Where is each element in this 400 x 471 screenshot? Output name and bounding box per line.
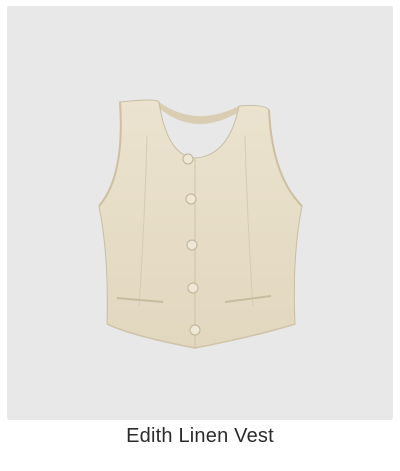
product-image[interactable] [7,6,393,420]
linen-vest-image [98,99,303,349]
product-card[interactable]: Edith Linen Vest [0,0,400,471]
product-name[interactable]: Edith Linen Vest [0,425,400,448]
